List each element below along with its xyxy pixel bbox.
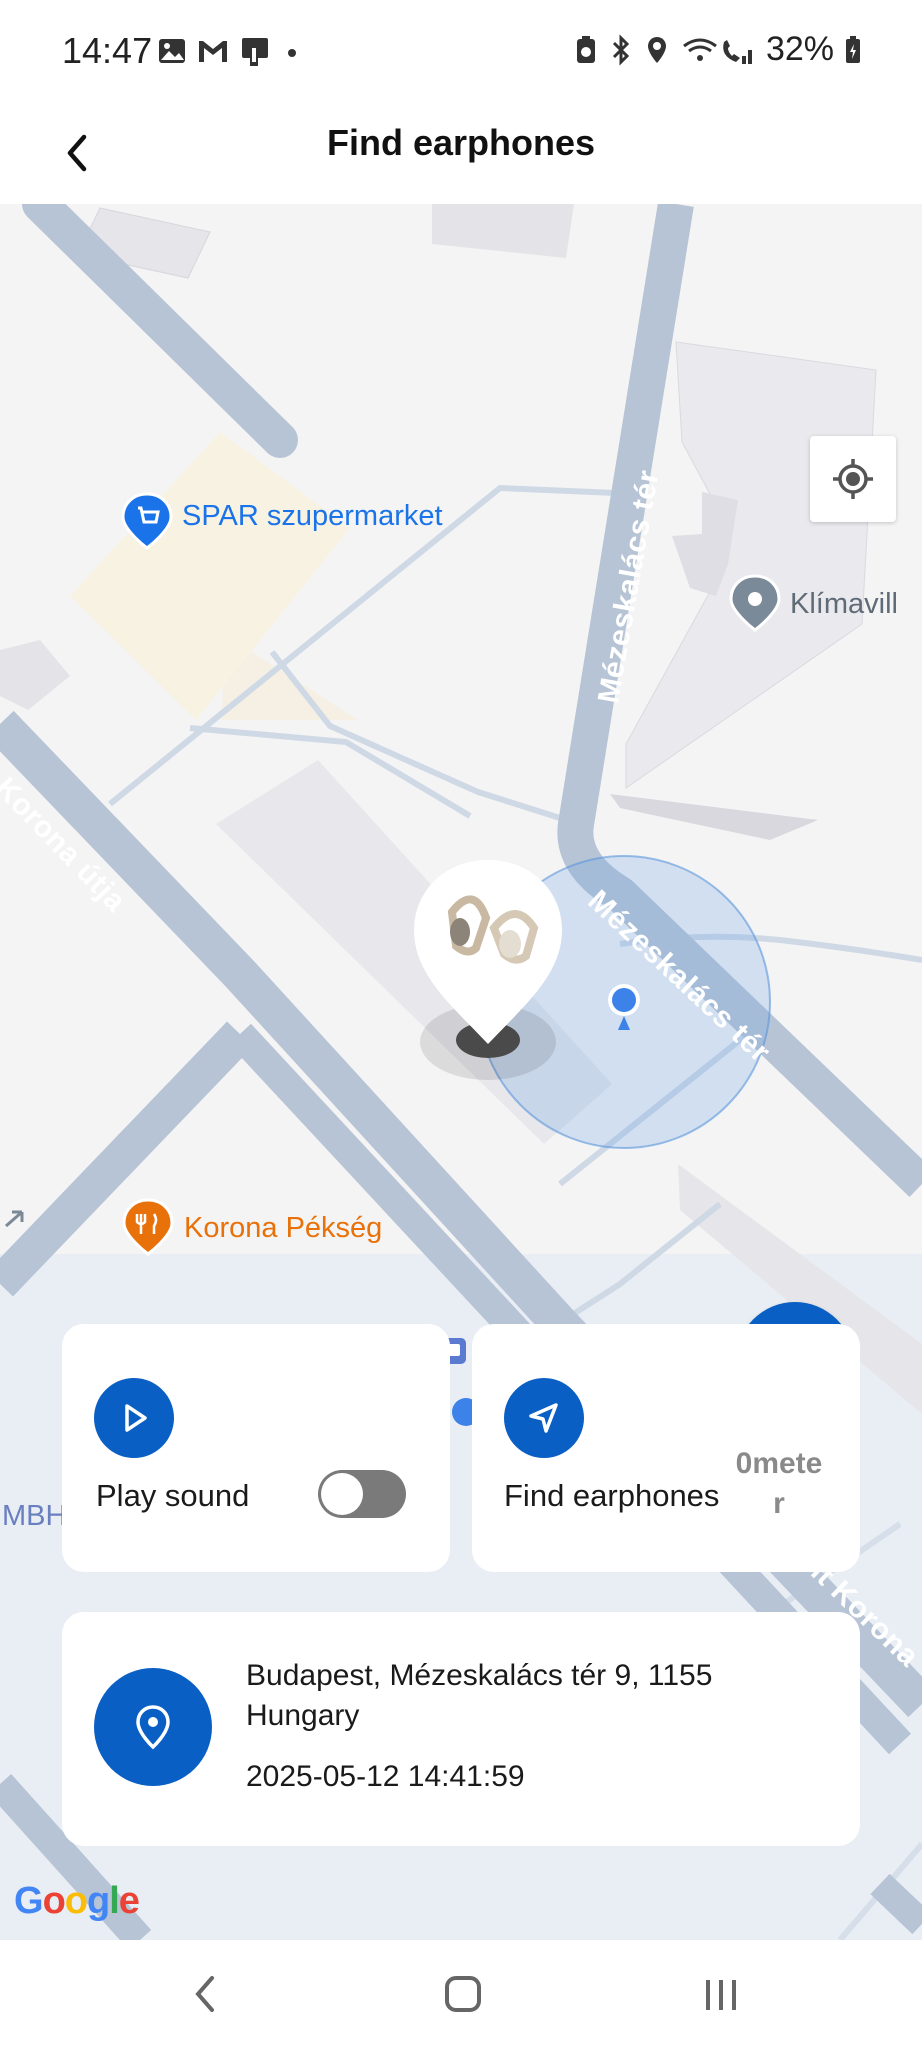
system-nav-bar xyxy=(0,1940,922,2048)
location-circle xyxy=(94,1668,212,1786)
find-earphones-circle[interactable] xyxy=(504,1378,584,1458)
play-sound-card[interactable]: Play sound xyxy=(62,1324,450,1572)
wifi-calling-icon xyxy=(683,38,752,64)
address-text: Budapest, Mézeskalács tér 9, 1155 Hungar… xyxy=(246,1659,713,1732)
poi-label-klima[interactable]: Klímavill xyxy=(790,588,898,621)
toggle-knob xyxy=(321,1473,363,1515)
battery-percentage: 32% xyxy=(765,30,834,68)
mobile-data-icon xyxy=(242,38,268,66)
page-title: Find earphones xyxy=(326,122,596,163)
nav-back-icon xyxy=(195,1976,214,2012)
play-sound-label: Play sound xyxy=(96,1478,250,1513)
my-location-button[interactable] xyxy=(810,436,896,522)
nav-back-button[interactable] xyxy=(160,1962,250,2026)
app-header: Find earphones xyxy=(0,104,922,204)
image-icon xyxy=(159,39,185,63)
poi-label-mbh[interactable]: MBH xyxy=(2,1500,66,1533)
distance-value: 0meter xyxy=(735,1447,823,1520)
play-sound-circle[interactable] xyxy=(94,1378,174,1458)
status-right-icons: 32% xyxy=(574,30,862,69)
nav-home-icon xyxy=(445,1976,481,2012)
google-logo: Google xyxy=(14,1880,140,1922)
crosshair-icon xyxy=(833,459,873,499)
status-left-icons xyxy=(156,34,302,68)
nav-home-button[interactable] xyxy=(418,1962,508,2026)
status-time: 14:47 xyxy=(62,30,153,71)
location-pin-icon xyxy=(136,1705,170,1750)
address-timestamp: 2025-05-12 14:41:59 xyxy=(246,1760,525,1793)
poi-label-pekseg[interactable]: Korona Pékség xyxy=(184,1212,382,1245)
battery-saver-icon xyxy=(576,35,595,63)
find-earphones-card[interactable]: Find earphones 0meter xyxy=(472,1324,860,1572)
poi-label-spar[interactable]: SPAR szupermarket xyxy=(182,500,443,533)
gmail-icon xyxy=(199,41,227,62)
play-icon xyxy=(125,1404,147,1432)
address-card: Budapest, Mézeskalács tér 9, 1155 Hungar… xyxy=(62,1612,860,1846)
status-bar: 14:47 32% xyxy=(0,0,922,104)
dot-icon xyxy=(288,49,296,57)
location-icon xyxy=(647,36,666,63)
bluetooth-icon xyxy=(612,33,630,66)
navigation-arrow-icon xyxy=(529,1403,558,1433)
play-sound-toggle[interactable] xyxy=(318,1470,406,1518)
nav-recents-icon xyxy=(706,1980,736,2010)
nav-recents-button[interactable] xyxy=(676,1962,766,2026)
find-earphones-label: Find earphones xyxy=(504,1478,720,1513)
battery-icon xyxy=(846,35,860,63)
